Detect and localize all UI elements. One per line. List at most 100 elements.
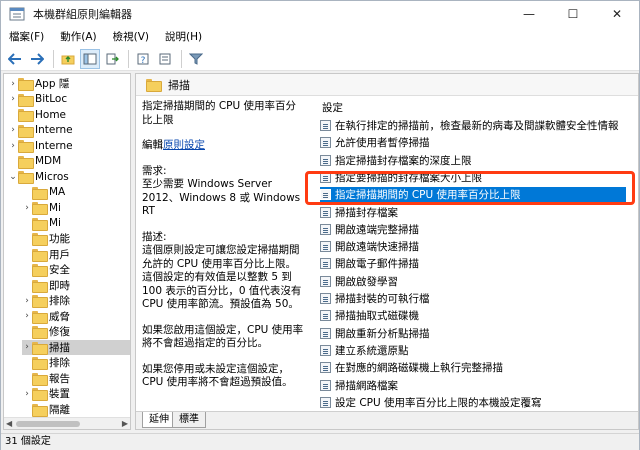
tree-item-label: 隔離 xyxy=(49,403,70,416)
policy-setting-row[interactable]: 掃描網路檔案 xyxy=(320,378,626,393)
tree-item[interactable]: ⌄ Micros xyxy=(8,169,128,184)
policy-setting-icon xyxy=(320,189,331,201)
tree-item-label: 修復 xyxy=(49,326,70,338)
settings-column-header[interactable]: 設定 xyxy=(322,100,343,115)
tree-horizontal-scrollbar[interactable]: ◀ ▶ xyxy=(4,417,130,429)
tab-extended[interactable]: 延伸 xyxy=(142,412,176,428)
policy-setting-row[interactable]: 指定要掃描的封存檔案大小上限 xyxy=(320,170,626,185)
up-level-button[interactable] xyxy=(58,49,78,69)
scroll-left-icon[interactable]: ◀ xyxy=(6,419,12,428)
policy-setting-row[interactable]: 開啟遠端快速掃描 xyxy=(320,239,626,254)
tree-item-label: Interne xyxy=(35,124,73,136)
policy-setting-row[interactable]: 掃描封存檔案 xyxy=(320,205,626,220)
close-button[interactable]: ✕ xyxy=(595,1,639,27)
maximize-button[interactable]: ☐ xyxy=(551,1,595,27)
chevron-right-icon[interactable]: › xyxy=(8,79,18,89)
policy-setting-label: 指定掃描封存檔案的深度上限 xyxy=(335,154,472,167)
chevron-right-icon[interactable]: › xyxy=(8,94,18,104)
help-icon: ? xyxy=(137,53,149,65)
tree-item-label: 掃描 xyxy=(49,341,70,354)
folder-icon xyxy=(18,78,34,91)
tree-item[interactable]: › Mi xyxy=(22,200,130,215)
description-label: 描述: xyxy=(142,230,167,243)
tree-item[interactable]: MDM xyxy=(8,154,128,169)
menu-view[interactable]: 檢視(V) xyxy=(105,27,157,47)
tree-item[interactable]: 報告 xyxy=(22,371,130,386)
description-text: 這個原則設定可讓您設定掃描期間允許的 CPU 使用率百分比上限。這個設定的有效值… xyxy=(142,244,302,310)
scroll-right-icon[interactable]: ▶ xyxy=(122,419,128,428)
toolbar: ? xyxy=(1,47,639,71)
policy-setting-row[interactable]: 掃描封裝的可執行檔 xyxy=(320,291,626,306)
tree-item[interactable]: 排除 xyxy=(22,355,130,370)
menu-action[interactable]: 動作(A) xyxy=(52,27,104,47)
policy-setting-label: 掃描網路檔案 xyxy=(335,379,398,392)
tree-item[interactable]: › 裝置 xyxy=(22,386,130,401)
toolbar-separator xyxy=(128,49,129,68)
tree-item[interactable]: Mi xyxy=(22,216,130,231)
folder-icon xyxy=(18,171,34,184)
tree-item[interactable]: 安全 xyxy=(22,262,130,277)
chevron-down-icon[interactable]: ⌄ xyxy=(8,172,18,182)
policy-setting-row[interactable]: 在對應的網路磁碟機上執行完整掃描 xyxy=(320,360,626,375)
policy-setting-row[interactable]: 設定 CPU 使用率百分比上限的本機設定覆寫 xyxy=(320,395,626,410)
tree-item[interactable]: › Interne xyxy=(8,138,128,153)
export-list-button[interactable] xyxy=(102,49,122,69)
policy-setting-row[interactable]: 開啟遠端完整掃描 xyxy=(320,222,626,237)
tree-item[interactable]: › 威脅 xyxy=(22,309,130,324)
chevron-right-icon[interactable]: › xyxy=(22,342,32,352)
scrollbar-thumb[interactable] xyxy=(16,421,80,427)
tree-pane[interactable]: › App 隱 › BitLoc Home › Interne › Interne MDM ⌄ Mic… xyxy=(3,73,131,430)
policy-setting-label: 掃描封裝的可執行檔 xyxy=(335,293,430,305)
tree-item[interactable]: 修復 xyxy=(22,324,130,339)
policy-setting-row[interactable]: 建立系統還原點 xyxy=(320,343,626,358)
show-hide-tree-button[interactable] xyxy=(80,48,100,69)
policy-setting-icon xyxy=(320,396,331,408)
chevron-right-icon[interactable]: › xyxy=(22,203,32,213)
policy-setting-row[interactable]: 開啟電子郵件掃描 xyxy=(320,256,626,271)
back-button[interactable] xyxy=(5,49,25,69)
chevron-right-icon[interactable]: › xyxy=(8,141,18,151)
properties-button[interactable] xyxy=(155,49,175,69)
tree-item[interactable]: 用戶 xyxy=(22,247,130,262)
policy-setting-row[interactable]: 掃描抽取式磁碟機 xyxy=(320,308,626,323)
tree-item[interactable]: › 掃描 xyxy=(22,339,130,355)
help-button[interactable]: ? xyxy=(133,49,153,69)
policy-setting-row[interactable]: 指定掃描封存檔案的深度上限 xyxy=(320,153,626,168)
folder-icon xyxy=(32,388,48,401)
policy-setting-row[interactable]: 允許使用者暫停掃描 xyxy=(320,135,626,150)
policy-setting-row[interactable]: 開啟重新分析點掃描 xyxy=(320,326,626,341)
tree-item[interactable]: 功能 xyxy=(22,231,130,246)
policy-setting-row[interactable]: 指定掃描期間的 CPU 使用率百分比上限 xyxy=(320,187,626,203)
chevron-right-icon[interactable]: › xyxy=(22,311,32,321)
policy-title: 指定掃描期間的 CPU 使用率百分比上限 xyxy=(142,100,297,126)
chevron-right-icon[interactable]: › xyxy=(22,389,32,399)
policy-setting-label: 設定 CPU 使用率百分比上限的本機設定覆寫 xyxy=(335,396,542,409)
tree-item[interactable]: › App 隱 xyxy=(8,76,128,91)
tree-item[interactable]: MA xyxy=(22,185,130,200)
tree-item[interactable]: Home xyxy=(8,107,128,122)
policy-setting-icon xyxy=(320,223,331,235)
tree-item[interactable]: 隔離 xyxy=(22,402,130,417)
policy-setting-icon xyxy=(320,362,331,374)
tree-item[interactable]: › Interne xyxy=(8,123,128,138)
policy-setting-icon xyxy=(320,344,331,356)
menu-file[interactable]: 檔案(F) xyxy=(1,27,52,47)
tree-item-label: Micros xyxy=(35,170,69,183)
chevron-right-icon[interactable]: › xyxy=(22,296,32,306)
chevron-right-icon[interactable]: › xyxy=(8,125,18,135)
folder-icon xyxy=(18,124,34,138)
tree-item[interactable]: 即時 xyxy=(22,278,130,293)
folder-icon xyxy=(32,326,48,339)
policy-setting-row[interactable]: 在執行排定的掃描前，檢查最新的病毒及間諜軟體安全性情報 xyxy=(320,118,626,133)
tree-item[interactable]: › 排除 xyxy=(22,293,130,308)
tab-standard[interactable]: 標準 xyxy=(172,412,206,428)
tree-item[interactable]: › BitLoc xyxy=(8,92,128,107)
minimize-button[interactable]: — xyxy=(507,1,551,27)
edit-policy-link[interactable]: 原則設定 xyxy=(163,139,205,151)
up-folder-icon xyxy=(61,55,75,64)
tree-item-label: 排除 xyxy=(49,295,70,307)
policy-setting-row[interactable]: 開啟啟發學習 xyxy=(320,274,626,289)
forward-button[interactable] xyxy=(27,49,47,69)
filter-button[interactable] xyxy=(186,49,206,69)
menu-help[interactable]: 說明(H) xyxy=(157,27,210,47)
